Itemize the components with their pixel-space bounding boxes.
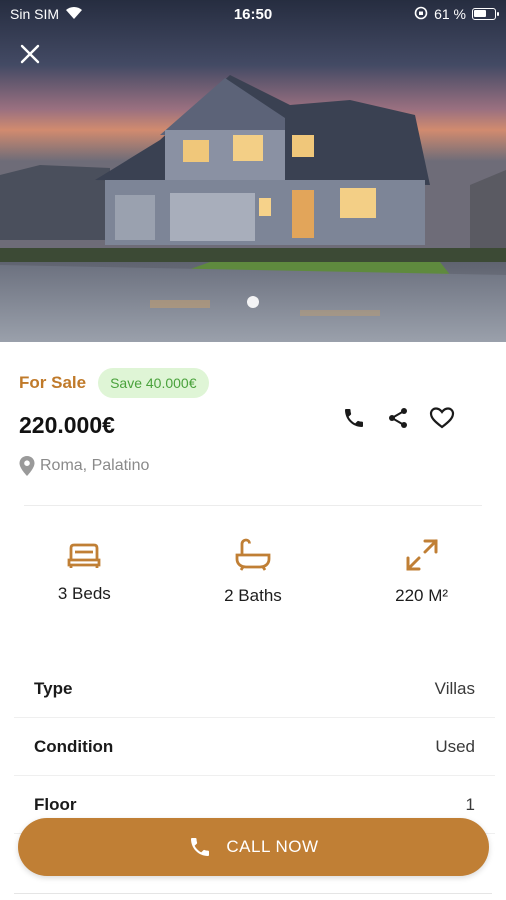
feature-label: 220 M²	[395, 586, 449, 605]
detail-value: Villas	[434, 678, 475, 698]
orientation-lock-icon	[414, 6, 428, 23]
bath-icon	[235, 538, 271, 571]
detail-value: Used	[435, 736, 475, 756]
detail-key: Type	[34, 678, 73, 698]
house-photo	[0, 0, 506, 342]
close-button[interactable]	[14, 38, 46, 70]
close-icon	[20, 44, 40, 64]
status-bar: Sin SIM 16:50 61 %	[0, 0, 506, 28]
divider	[24, 505, 482, 506]
battery-percent: 61 %	[434, 6, 466, 22]
feature-beds: 3 Beds	[0, 538, 169, 606]
location-label: Roma, Palatino	[40, 457, 150, 474]
share-button[interactable]	[384, 404, 412, 432]
detail-row-condition: Condition Used	[14, 718, 495, 776]
phone-button[interactable]	[340, 404, 368, 432]
listing-details: For Sale Save 40.000€ 220.000€ Roma, Pal…	[0, 342, 506, 900]
expand-icon	[406, 539, 438, 571]
phone-icon	[345, 409, 363, 427]
feature-label: 2 Baths	[224, 586, 282, 605]
bed-icon	[67, 543, 101, 568]
feature-area: 220 M²	[337, 538, 506, 606]
wifi-icon	[65, 6, 83, 23]
details-table: Type Villas Condition Used Floor 1	[14, 660, 495, 834]
battery-icon	[472, 8, 499, 20]
feature-label: 3 Beds	[57, 584, 111, 603]
favorite-button[interactable]	[428, 404, 456, 432]
detail-value: 1	[465, 794, 475, 814]
heart-icon	[429, 407, 455, 429]
carrier-label: Sin SIM	[10, 6, 60, 22]
status-time: 16:50	[233, 5, 273, 23]
hero-image[interactable]: Sin SIM 16:50 61 %	[0, 0, 506, 342]
phone-icon	[191, 838, 210, 856]
carousel-dots[interactable]	[0, 296, 506, 308]
location-pin-icon	[19, 456, 35, 476]
listing-location: Roma, Palatino	[18, 455, 149, 477]
listing-actions	[340, 404, 456, 432]
feature-baths: 2 Baths	[169, 538, 338, 606]
detail-key: Floor	[34, 794, 77, 814]
listing-status: For Sale	[19, 373, 87, 392]
savings-badge: Save 40.000€	[98, 368, 209, 398]
divider	[14, 893, 492, 894]
features-row: 3 Beds 2 Baths 220 M²	[0, 538, 506, 606]
carousel-dot[interactable]	[247, 296, 259, 308]
listing-price: 220.000€	[19, 412, 115, 438]
call-now-label: CALL NOW	[226, 837, 319, 856]
call-now-button[interactable]: CALL NOW	[18, 818, 489, 876]
share-icon	[389, 408, 407, 428]
detail-row-type: Type Villas	[14, 660, 495, 718]
detail-key: Condition	[34, 736, 114, 756]
